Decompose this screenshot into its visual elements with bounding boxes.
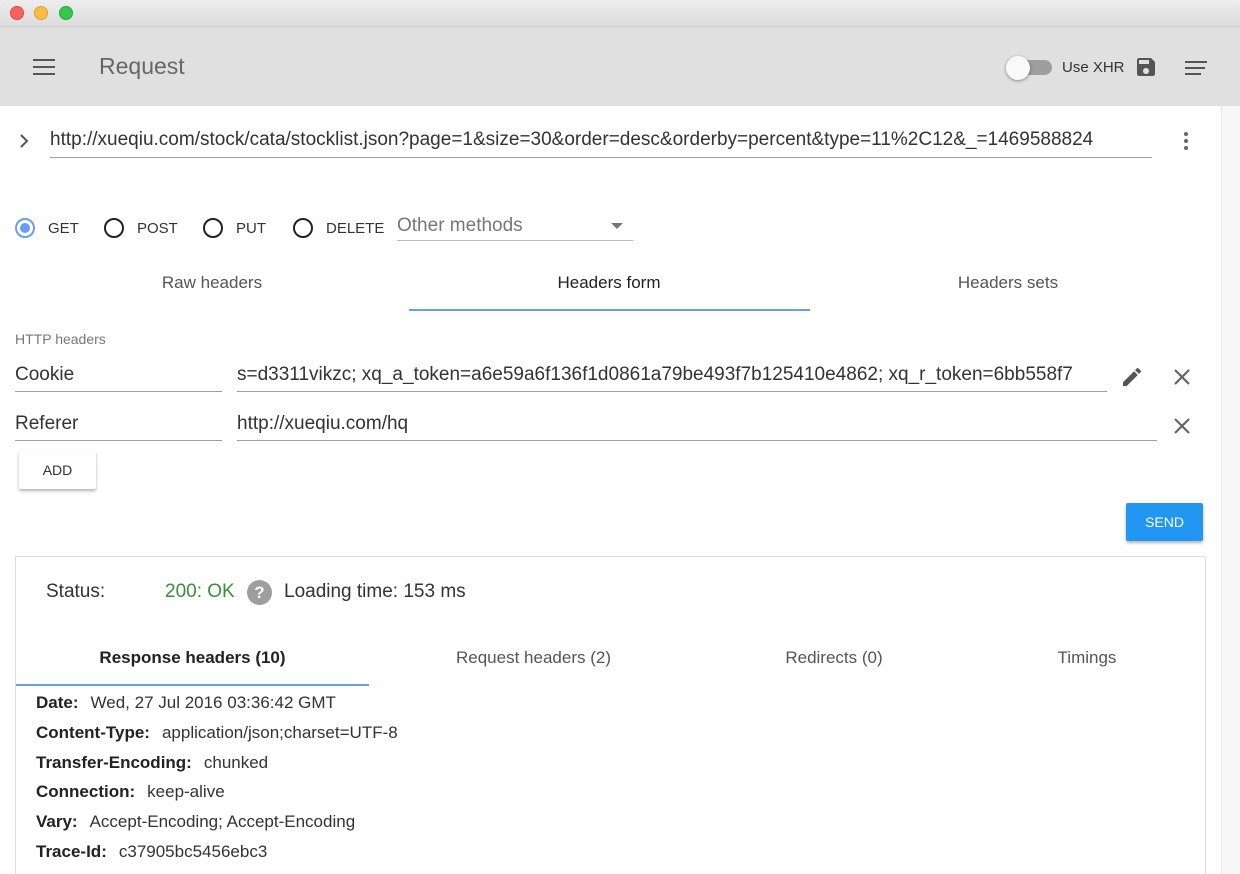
method-label: POST <box>137 219 178 237</box>
other-methods-placeholder: Other methods <box>397 215 523 236</box>
tab-raw-headers[interactable]: Raw headers <box>12 259 412 307</box>
more-vert-icon[interactable] <box>1176 129 1196 155</box>
app-window: Request Use XHR http://xueqiu.com/stock/… <box>0 0 1240 874</box>
status-label: Status: <box>46 581 106 602</box>
method-radio-get[interactable]: GET <box>15 217 79 239</box>
chevron-down-icon <box>611 223 623 229</box>
header-value-field[interactable]: http://xueqiu.com/hq <box>237 411 1157 441</box>
sort-icon[interactable] <box>1184 60 1208 76</box>
method-radio-delete[interactable]: DELETE <box>293 217 384 239</box>
header-name-field[interactable]: Cookie <box>15 362 222 392</box>
tab-request-headers[interactable]: Request headers (2) <box>381 634 686 682</box>
window-close-button[interactable] <box>10 6 24 20</box>
response-tab-indicator <box>16 684 369 686</box>
method-radio-post[interactable]: POST <box>104 217 178 239</box>
response-panel: Status: 200: OK ? Loading time: 153 ms R… <box>15 556 1206 874</box>
url-input[interactable]: http://xueqiu.com/stock/cata/stocklist.j… <box>50 126 1152 158</box>
response-header-row: Connection: keep-alive <box>36 782 225 802</box>
edit-icon[interactable] <box>1120 365 1144 389</box>
response-header-row: Date: Wed, 27 Jul 2016 03:36:42 GMT <box>36 693 336 713</box>
response-header-row: Vary: Accept-Encoding; Accept-Encoding <box>36 812 355 832</box>
header-value-field[interactable]: s=d3311vikzc; xq_a_token=a6e59a6f136f1d0… <box>237 362 1107 392</box>
header-val: chunked <box>203 753 269 772</box>
header-val: keep-alive <box>147 782 225 801</box>
header-val: c37905bc5456ebc3 <box>118 842 268 861</box>
method-label: GET <box>48 219 79 237</box>
help-icon[interactable]: ? <box>247 580 272 605</box>
status-value: 200: OK <box>165 581 235 602</box>
radio-unchecked-icon <box>293 218 313 238</box>
method-label: DELETE <box>326 219 385 237</box>
close-icon[interactable] <box>1170 365 1194 389</box>
save-icon[interactable] <box>1134 55 1158 79</box>
header-key: Content-Type: <box>36 723 150 742</box>
page-title: Request <box>99 53 185 79</box>
menu-icon[interactable] <box>33 59 57 77</box>
tab-indicator <box>409 309 810 311</box>
header-val: Wed, 27 Jul 2016 03:36:42 GMT <box>90 693 336 712</box>
close-icon[interactable] <box>1170 414 1194 438</box>
loading-time: Loading time: 153 ms <box>284 581 466 602</box>
tab-headers-form[interactable]: Headers form <box>409 259 809 307</box>
tab-headers-sets[interactable]: Headers sets <box>808 259 1208 307</box>
tab-timings[interactable]: Timings <box>985 634 1189 682</box>
window-maximize-button[interactable] <box>59 6 73 20</box>
header-key: Transfer-Encoding: <box>36 753 192 772</box>
response-header-row: Transfer-Encoding: chunked <box>36 753 268 773</box>
scrollbar[interactable] <box>1221 106 1240 874</box>
radio-checked-icon <box>15 218 35 238</box>
header-name-field[interactable]: Referer <box>15 411 222 441</box>
header-key: Connection: <box>36 782 136 801</box>
method-label: PUT <box>236 219 266 237</box>
send-button[interactable]: SEND <box>1126 503 1203 541</box>
title-bar <box>0 0 1240 27</box>
header-key: Date: <box>36 693 79 712</box>
radio-unchecked-icon <box>203 218 223 238</box>
header-key: Trace-Id: <box>36 842 107 861</box>
method-radio-put[interactable]: PUT <box>203 217 266 239</box>
response-header-row: Content-Type: application/json;charset=UT… <box>36 723 398 743</box>
radio-unchecked-icon <box>104 218 124 238</box>
tab-response-headers[interactable]: Response headers (10) <box>16 634 369 682</box>
add-header-button[interactable]: ADD <box>19 451 96 489</box>
http-headers-label: HTTP headers <box>15 331 106 347</box>
use-xhr-label: Use XHR <box>1062 59 1125 76</box>
header-val: Accept-Encoding; Accept-Encoding <box>89 812 356 831</box>
chevron-right-icon[interactable] <box>17 131 31 151</box>
window-minimize-button[interactable] <box>34 6 48 20</box>
header-val: application/json;charset=UTF-8 <box>161 723 398 742</box>
use-xhr-toggle[interactable] <box>1006 56 1052 80</box>
response-header-row: Trace-Id: c37905bc5456ebc3 <box>36 842 267 862</box>
app-toolbar: Request Use XHR <box>0 27 1240 106</box>
other-methods-select[interactable]: Other methods <box>397 212 633 241</box>
header-key: Vary: <box>36 812 78 831</box>
tab-redirects[interactable]: Redirects (0) <box>683 634 985 682</box>
